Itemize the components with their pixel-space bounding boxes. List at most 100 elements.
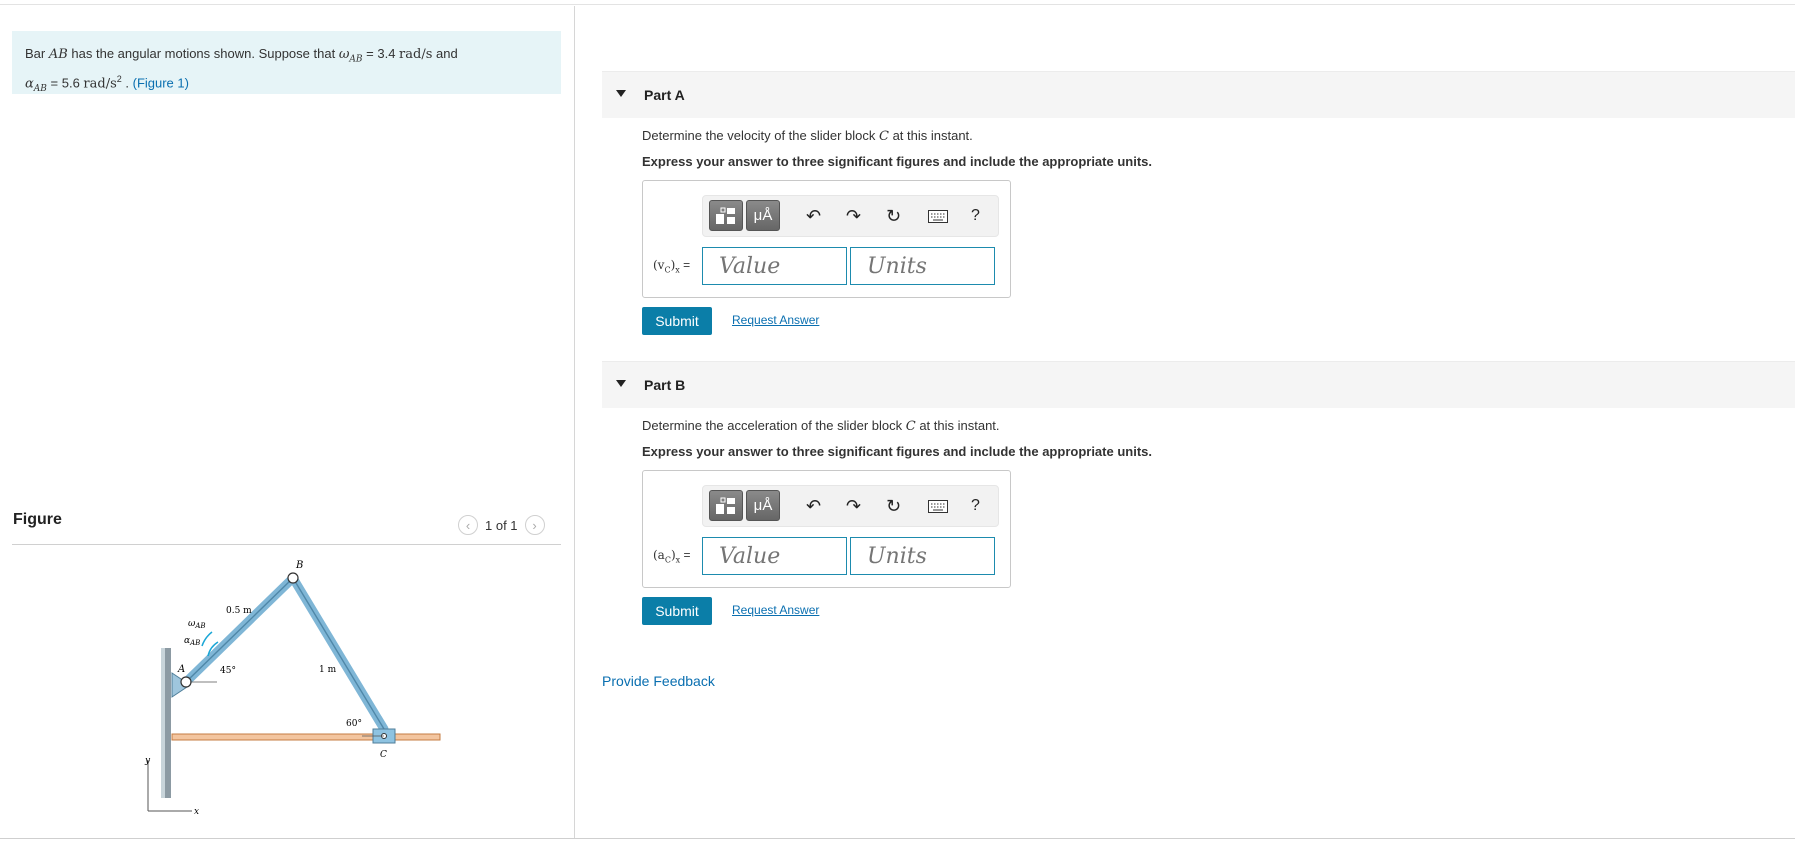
pin-b [287,572,299,584]
help-icon[interactable]: ? [971,496,980,516]
bar-bc-edge [292,577,385,730]
label-length-ab: 0.5 m [226,606,252,616]
part-a-equation-label: (vC)x = [653,258,690,274]
part-a-value-input[interactable] [702,247,847,285]
problem-text-mid: has the angular motions shown. Suppose t… [67,46,339,61]
figure-rule [12,544,561,545]
chevron-left-icon: ‹ [465,517,471,533]
part-b-units-input[interactable] [850,537,995,575]
caret-down-icon [616,380,626,387]
part-a-title: Part A [644,87,685,103]
redo-icon[interactable]: ↷ [846,206,861,226]
keyboard-icon[interactable] [928,500,948,513]
units-button[interactable]: μÅ [746,490,780,521]
omega-value: = 3.4 [362,46,400,61]
templates-icon [716,497,735,514]
figure-link[interactable]: (Figure 1) [133,75,189,90]
label-omega-subscript: AB [194,622,205,630]
figure-title: Figure [13,511,62,528]
next-figure-button[interactable]: › [524,515,545,535]
part-b-prompt-post: at this instant. [915,418,1000,433]
problem-text-pre: Bar [25,46,49,61]
part-b-label-eq: = [680,548,691,562]
problem-dot: . [121,74,133,90]
problem-statement: Bar AB has the angular motions shown. Su… [12,31,561,94]
undo-icon[interactable]: ↶ [806,206,821,226]
part-a-prompt-post: at this instant. [888,128,973,143]
label-angle-a: 45° [220,666,236,676]
units-label: μÅ [753,207,773,224]
part-b-value-input[interactable] [702,537,847,575]
pane-divider [574,6,575,838]
pin-a [180,676,192,688]
bottom-divider [0,838,1795,839]
templates-button[interactable] [709,490,743,521]
omega-arrow [201,631,213,647]
part-b-request-answer-link[interactable]: Request Answer [732,603,819,617]
label-a: A [177,664,185,675]
templates-icon [716,207,735,224]
part-a-units-input[interactable] [850,247,995,285]
part-a-label-main: (v [653,258,665,272]
units-label: μÅ [753,497,773,514]
part-b-header[interactable]: Part B [602,361,1795,408]
keyboard-icon[interactable] [928,210,948,223]
omega-subscript: AB [349,54,363,65]
reset-icon[interactable]: ↻ [886,206,901,226]
label-b: B [295,560,303,571]
part-a-math-toolbar: μÅ ↶ ↷ ↻ ? [702,195,999,237]
part-b-instruction: Express your answer to three significant… [642,444,1152,459]
reset-icon[interactable]: ↻ [886,496,901,516]
label-c: C [380,750,387,760]
alpha-value: = 5.6 [46,74,84,90]
redo-icon[interactable]: ↷ [846,496,861,516]
part-b-prompt-pre: Determine the acceleration of the slider… [642,418,906,433]
part-a-prompt: Determine the velocity of the slider blo… [642,128,973,144]
part-a-prompt-pre: Determine the velocity of the slider blo… [642,128,879,143]
part-a-prompt-var: C [879,129,889,144]
label-omega: ωAB [188,619,206,630]
top-divider [0,4,1795,5]
figure-pager: ‹ 1 of 1 › [458,514,545,536]
problem-text-and: and [432,46,458,61]
label-angle-c: 60° [346,719,362,729]
part-b-answer-box: μÅ ↶ ↷ ↻ ? (aC)x = [642,470,1011,588]
prev-figure-button[interactable]: ‹ [458,515,478,535]
wall-post-shade [161,648,165,798]
templates-button[interactable] [709,200,743,231]
part-a-instruction: Express your answer to three significant… [642,154,1152,169]
part-a-label-eq: = [679,258,691,272]
part-b-submit-button[interactable]: Submit [642,597,712,625]
part-b-title: Part B [644,377,686,393]
y-axis-label: y [144,756,151,766]
provide-feedback-link[interactable]: Provide Feedback [602,673,715,689]
alpha-subscript: AB [33,83,47,94]
omega-symbol: ω [338,47,350,62]
slider-rod [171,733,441,741]
help-icon[interactable]: ? [971,206,980,226]
omega-unit: rad/s [399,47,433,62]
alpha-unit: rad/s [83,75,117,91]
mechanism-diagram: y x B A C 0.5 m 1 m 45° 60° ωAB αAB [144,560,441,817]
x-axis-label: x [194,807,199,817]
part-b-label-main: (a [653,548,665,562]
alpha-symbol: α [25,75,34,91]
part-a-header[interactable]: Part A [602,71,1795,118]
part-b-prompt-var: C [905,419,916,434]
chevron-right-icon: › [532,517,537,533]
part-a-request-answer-link[interactable]: Request Answer [732,313,819,327]
bar-name: AB [48,47,68,62]
label-length-bc: 1 m [319,665,337,675]
part-a-answer-box: μÅ ↶ ↷ ↻ ? (vC)x = [642,180,1011,298]
units-button[interactable]: μÅ [746,200,780,231]
undo-icon[interactable]: ↶ [806,496,821,516]
label-alpha-subscript: AB [189,639,200,647]
label-alpha: αAB [184,636,200,647]
bar-ab-edge [185,577,294,683]
part-b-prompt: Determine the acceleration of the slider… [642,418,1000,434]
part-b-equation-label: (aC)x = [653,548,691,564]
part-a-submit-button[interactable]: Submit [642,307,712,335]
caret-down-icon [616,90,626,97]
figure-page-count: 1 of 1 [485,517,518,533]
part-b-math-toolbar: μÅ ↶ ↷ ↻ ? [702,485,999,527]
